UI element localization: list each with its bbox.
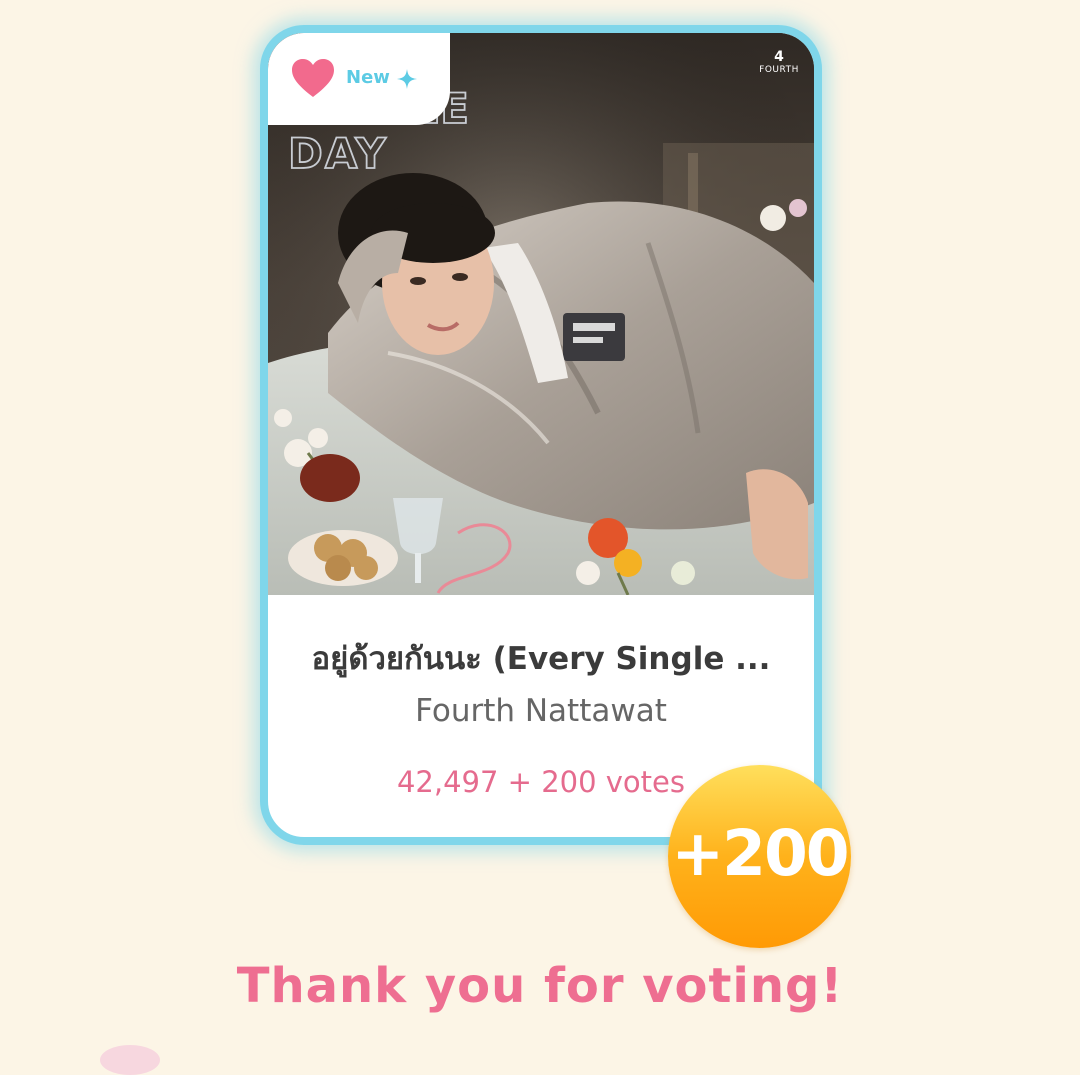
brand-name: FOURTH: [759, 65, 799, 75]
decorative-blob: [100, 1045, 160, 1075]
thank-you-message: Thank you for voting!: [236, 958, 844, 1014]
song-title: อยู่ด้วยกันนะ (Every Single ...: [311, 641, 771, 677]
artist-name: Fourth Nattawat: [415, 693, 667, 729]
vote-reward-text: +200: [671, 817, 849, 890]
brand-mark: 4: [774, 49, 784, 65]
svg-text:DAY: DAY: [288, 129, 388, 178]
vote-reward-badge: +200: [668, 765, 851, 948]
heart-icon[interactable]: [290, 57, 336, 99]
brand-logo: 4 FOURTH: [754, 49, 804, 75]
song-card[interactable]: SINGLE DAY New 4 FOURTH อยู่ด้วยกันนะ (E…: [260, 25, 822, 845]
new-label: New: [346, 67, 390, 88]
new-badge: New: [268, 33, 450, 125]
sparkle-icon: [397, 69, 417, 89]
